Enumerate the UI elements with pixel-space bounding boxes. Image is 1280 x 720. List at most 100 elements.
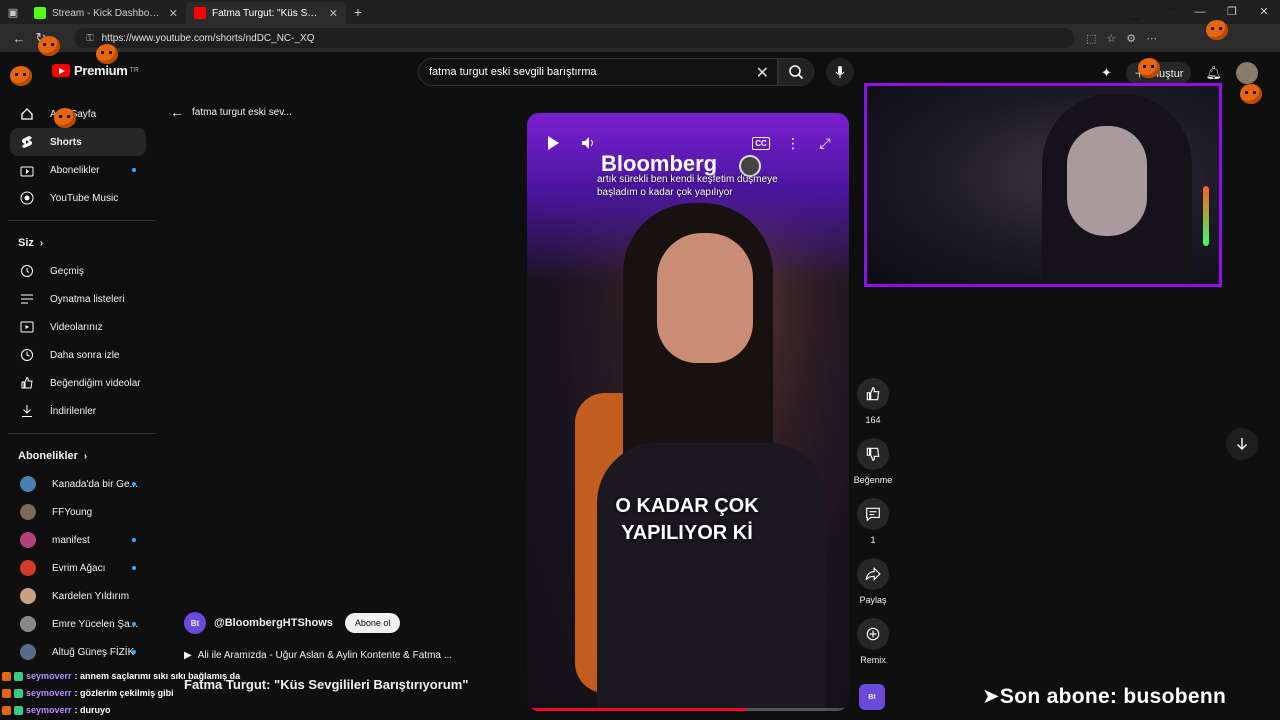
- url-field[interactable]: ⚿ https://www.youtube.com/shorts/ndDC_NC…: [74, 28, 1074, 48]
- video-frame-jacket: [597, 443, 827, 711]
- logo-country: TR: [129, 67, 139, 74]
- sidebar-item-shorts[interactable]: Shorts: [10, 128, 146, 156]
- sidebar-item-downloads[interactable]: İndirilenler: [0, 397, 158, 425]
- volume-button[interactable]: [577, 131, 601, 155]
- tab-youtube-short[interactable]: Fatma Turgut: "Küs Sevgilileri Barış ✕: [186, 2, 346, 24]
- like-count: 164: [865, 415, 881, 425]
- sidebar-item-youtube-music[interactable]: YouTube Music: [0, 184, 158, 212]
- sidebar-item-playlists[interactable]: Oynatma listeleri: [0, 285, 158, 313]
- badge-icon: [2, 672, 11, 681]
- channel-handle[interactable]: @BloombergHTShows: [214, 617, 333, 629]
- channel-avatar: [20, 644, 36, 660]
- back-to-search[interactable]: ← fatma turgut eski sev...: [170, 104, 292, 120]
- avatar[interactable]: [1236, 62, 1258, 84]
- chevron-right-icon: ›: [39, 237, 44, 249]
- sidebar-channel-item[interactable]: Kardelen Yıldırım: [0, 582, 158, 610]
- divider: [8, 433, 156, 434]
- sidebar-channel-item[interactable]: manifest: [0, 526, 158, 554]
- sidebar-item-your-videos[interactable]: Videolarınız: [0, 313, 158, 341]
- dislike-label: Beğenme: [853, 475, 893, 485]
- webcam-overlay: [864, 83, 1222, 287]
- sidebar-channel-item[interactable]: Altuğ Güneş FİZİK: [0, 638, 158, 666]
- sidebar-channel-item[interactable]: FFYoung: [0, 498, 158, 526]
- video-progress-bar[interactable]: [527, 708, 849, 711]
- sidebar-channel-item[interactable]: Evrim Ağacı: [0, 554, 158, 582]
- sidebar-item-label: Videolarınız: [50, 321, 103, 333]
- new-tab-button[interactable]: +: [346, 4, 370, 20]
- pumpkin-decoration-icon: [96, 44, 118, 64]
- next-short-button[interactable]: [1226, 428, 1258, 460]
- channel-name: Evrim Ağacı: [52, 562, 106, 574]
- channel-name: Emre Yücelen Şa...: [52, 618, 138, 630]
- sidebar-item-label: YouTube Music: [50, 192, 119, 204]
- download-icon: [20, 404, 34, 418]
- notifications-icon[interactable]: 🔔︎: [1205, 65, 1222, 81]
- sound-thumbnail[interactable]: Bt: [859, 684, 885, 710]
- bat-decoration-icon: ︶: [1168, 8, 1178, 19]
- extension-puzzle-icon[interactable]: ✦: [1101, 65, 1112, 81]
- pumpkin-decoration-icon: [1240, 84, 1262, 104]
- play-button[interactable]: [541, 131, 565, 155]
- search-button[interactable]: [778, 58, 814, 86]
- fullscreen-icon[interactable]: ⤢: [813, 131, 837, 155]
- new-content-dot: [132, 538, 136, 542]
- arrow-down-icon: [1237, 438, 1247, 450]
- last-subscriber-overlay: ➤Son abone: busobenn: [982, 685, 1227, 708]
- microphone-icon: [835, 66, 845, 78]
- sidebar-item-label: Abonelikler: [50, 164, 100, 176]
- sidebar-section-you[interactable]: Siz ›: [0, 229, 158, 257]
- sidebar-item-watch-later[interactable]: Daha sonra izle: [0, 341, 158, 369]
- voice-search-button[interactable]: [826, 58, 854, 86]
- sidebar-item-history[interactable]: Geçmiş: [0, 257, 158, 285]
- thumbs-up-icon: [857, 378, 889, 410]
- close-tab-icon[interactable]: ✕: [169, 7, 178, 20]
- tab-title: Fatma Turgut: "Küs Sevgilileri Barış: [212, 7, 323, 19]
- kick-icon: [34, 7, 46, 19]
- channel-avatar[interactable]: Bt: [184, 612, 206, 634]
- settings-icon[interactable]: ⚙: [1126, 32, 1136, 45]
- channel-avatar: [20, 532, 36, 548]
- music-icon: [20, 191, 34, 205]
- chat-message: seymoverr : annem saçlarımı sıkı sıkı ba…: [2, 668, 240, 685]
- sidebar-item-label: Geçmiş: [50, 265, 84, 277]
- menu-icon[interactable]: ⋯: [1146, 32, 1157, 45]
- section-title: Abonelikler: [18, 450, 78, 462]
- arrow-left-icon: ←: [170, 104, 184, 120]
- shorts-video-player[interactable]: Bloomberg artık sürekli ben kendi keşfet…: [527, 113, 849, 711]
- sidebar-item-liked-videos[interactable]: Beğendiğim videolar: [0, 369, 158, 397]
- share-button[interactable]: Paylaş: [852, 558, 894, 605]
- back-icon[interactable]: ←: [8, 31, 30, 46]
- sidebar-channel-item[interactable]: Kanada'da bir Ge...: [0, 470, 158, 498]
- chat-text: : gözlerim çekilmiş gibi: [74, 688, 174, 698]
- sidebar: Ana Sayfa Shorts Abonelikler YouTube Mus…: [0, 92, 158, 720]
- comments-button[interactable]: 1: [852, 498, 894, 545]
- new-content-dot: [132, 650, 136, 654]
- badge-icon: [2, 706, 11, 715]
- close-tab-icon[interactable]: ✕: [329, 7, 338, 20]
- badge-icon: [2, 689, 11, 698]
- close-window-icon[interactable]: ✕: [1248, 0, 1280, 24]
- more-options-icon[interactable]: ⋮: [781, 131, 805, 155]
- related-video-link[interactable]: ▶ Ali ile Aramızda - Uğur Aslan & Aylin …: [184, 650, 452, 661]
- watch-later-icon: [20, 348, 34, 362]
- sidebar-item-home[interactable]: Ana Sayfa: [0, 100, 158, 128]
- clear-search-icon[interactable]: ✕: [756, 63, 769, 83]
- search-input[interactable]: fatma turgut eski sevgili barıştırma ✕: [418, 58, 778, 86]
- sidebar-section-subscriptions[interactable]: Abonelikler ›: [0, 442, 158, 470]
- sidebar-item-subscriptions[interactable]: Abonelikler: [0, 156, 158, 184]
- liked-icon: [20, 376, 34, 390]
- sidebar-channel-item[interactable]: Emre Yücelen Şa...: [0, 610, 158, 638]
- tab-kick-dashboard[interactable]: Stream - Kick Dashboard ✕: [26, 2, 186, 24]
- captions-button[interactable]: CC: [749, 131, 773, 155]
- remix-button[interactable]: Remix: [852, 618, 894, 665]
- extension-icon[interactable]: ⬚: [1086, 32, 1096, 45]
- share-label: Paylaş: [859, 595, 887, 605]
- like-button[interactable]: 164: [852, 378, 894, 425]
- subscriptions-icon: [20, 163, 34, 177]
- youtube-logo[interactable]: Premium TR: [52, 63, 139, 78]
- subscribe-button[interactable]: Abone ol: [344, 613, 401, 633]
- bookmark-icon[interactable]: ☆: [1106, 32, 1116, 45]
- streamer-face: [1067, 126, 1147, 236]
- dislike-button[interactable]: Beğenme: [852, 438, 894, 485]
- tab-actions-icon[interactable]: ▣: [0, 6, 26, 19]
